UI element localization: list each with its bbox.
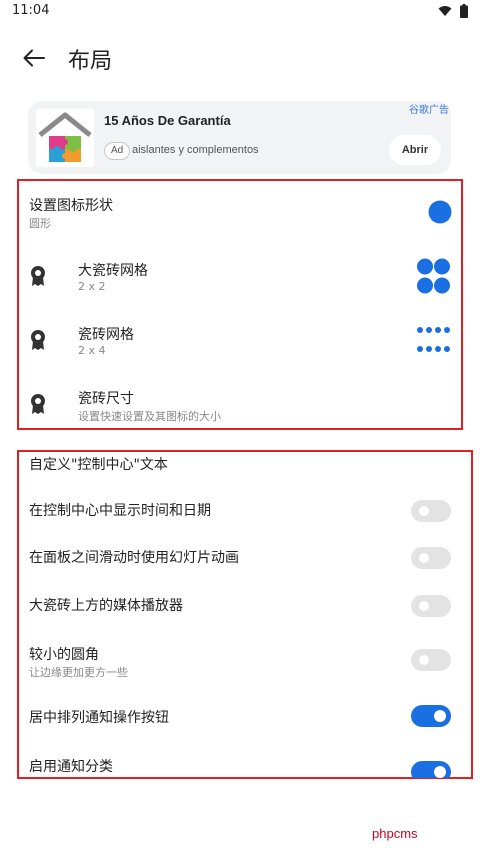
icon-shape-subtitle: 圆形: [29, 217, 51, 230]
setting-smaller-corners[interactable]: 较小的圆角 让边缘更加更方一些: [0, 640, 480, 680]
setting-label: 在控制中心中显示时间和日期: [29, 503, 211, 519]
icon-shape-setting[interactable]: 设置图标形状 圆形: [0, 190, 480, 240]
toggle-knob: [419, 553, 429, 563]
tile-size-setting[interactable]: 瓷砖尺寸 设置快速设置及其图标的大小: [0, 380, 480, 428]
ad-house-puzzle-image: [36, 109, 94, 167]
setting-show-time-date[interactable]: 在控制中心中显示时间和日期: [0, 496, 480, 526]
large-tile-grid-title: 大瓷砖网格: [78, 263, 148, 279]
toggle-switch[interactable]: [411, 500, 451, 522]
control-center-header: 自定义"控制中心"文本: [29, 457, 168, 473]
toggle-switch[interactable]: [411, 595, 451, 617]
setting-slide-animation[interactable]: 在面板之间滑动时使用幻灯片动画: [0, 543, 480, 573]
setting-center-notification-buttons[interactable]: 居中排列通知操作按钮: [0, 703, 480, 733]
large-tile-grid-subtitle: 2 x 2: [78, 280, 106, 293]
setting-label: 大瓷砖上方的媒体播放器: [29, 598, 183, 614]
page-title: 布局: [68, 49, 113, 74]
ad-banner[interactable]: 谷歌广告 15 Años De Garantía Ad aislantes y …: [28, 101, 451, 174]
tile-grid-subtitle: 2 x 4: [78, 344, 106, 357]
grid-2x4-icon: [417, 327, 450, 352]
toggle-switch[interactable]: [411, 705, 451, 727]
setting-label: 启用通知分类: [29, 759, 113, 775]
tile-size-subtitle: 设置快速设置及其图标的大小: [78, 410, 221, 423]
setting-media-player[interactable]: 大瓷砖上方的媒体播放器: [0, 591, 480, 621]
tile-grid-title: 瓷砖网格: [78, 327, 134, 343]
setting-label: 居中排列通知操作按钮: [29, 710, 169, 726]
status-time: 11:04: [12, 3, 50, 18]
medal-icon: [31, 266, 45, 286]
tile-size-title: 瓷砖尺寸: [78, 391, 134, 407]
ad-description: aislantes y complementos: [132, 144, 259, 156]
large-tile-grid-setting[interactable]: 大瓷砖网格 2 x 2: [0, 252, 480, 300]
app-bar: 布局: [0, 30, 480, 86]
setting-label: 较小的圆角: [29, 647, 99, 663]
watermark: phpcms: [372, 826, 418, 841]
toggle-knob: [419, 601, 429, 611]
setting-label: 在面板之间滑动时使用幻灯片动画: [29, 550, 239, 566]
wifi-icon: [438, 6, 452, 16]
back-button[interactable]: [18, 44, 50, 72]
toggle-switch[interactable]: [411, 761, 451, 778]
ad-badge: Ad: [104, 142, 131, 160]
grid-2x2-icon: [417, 258, 450, 294]
icon-shape-title: 设置图标形状: [29, 198, 113, 214]
toggle-switch[interactable]: [411, 547, 451, 569]
circle-shape-icon: [428, 200, 452, 224]
medal-icon: [31, 330, 45, 350]
status-bar: 11:04: [0, 0, 480, 24]
setting-notification-categories[interactable]: 启用通知分类: [0, 752, 480, 778]
status-icons: [438, 4, 468, 18]
tile-grid-setting[interactable]: 瓷砖网格 2 x 4: [0, 316, 480, 364]
toggle-knob: [434, 766, 446, 778]
battery-icon: [460, 4, 468, 18]
medal-icon: [31, 394, 45, 414]
toggle-knob: [419, 655, 429, 665]
toggle-knob: [434, 710, 446, 722]
setting-sublabel: 让边缘更加更方一些: [29, 666, 128, 679]
ad-tag: 谷歌广告: [409, 105, 449, 116]
ad-open-button[interactable]: Abrir: [389, 135, 441, 165]
toggle-knob: [419, 506, 429, 516]
arrow-left-icon: [23, 49, 45, 67]
toggle-switch[interactable]: [411, 649, 451, 671]
ad-title: 15 Años De Garantía: [104, 113, 231, 128]
